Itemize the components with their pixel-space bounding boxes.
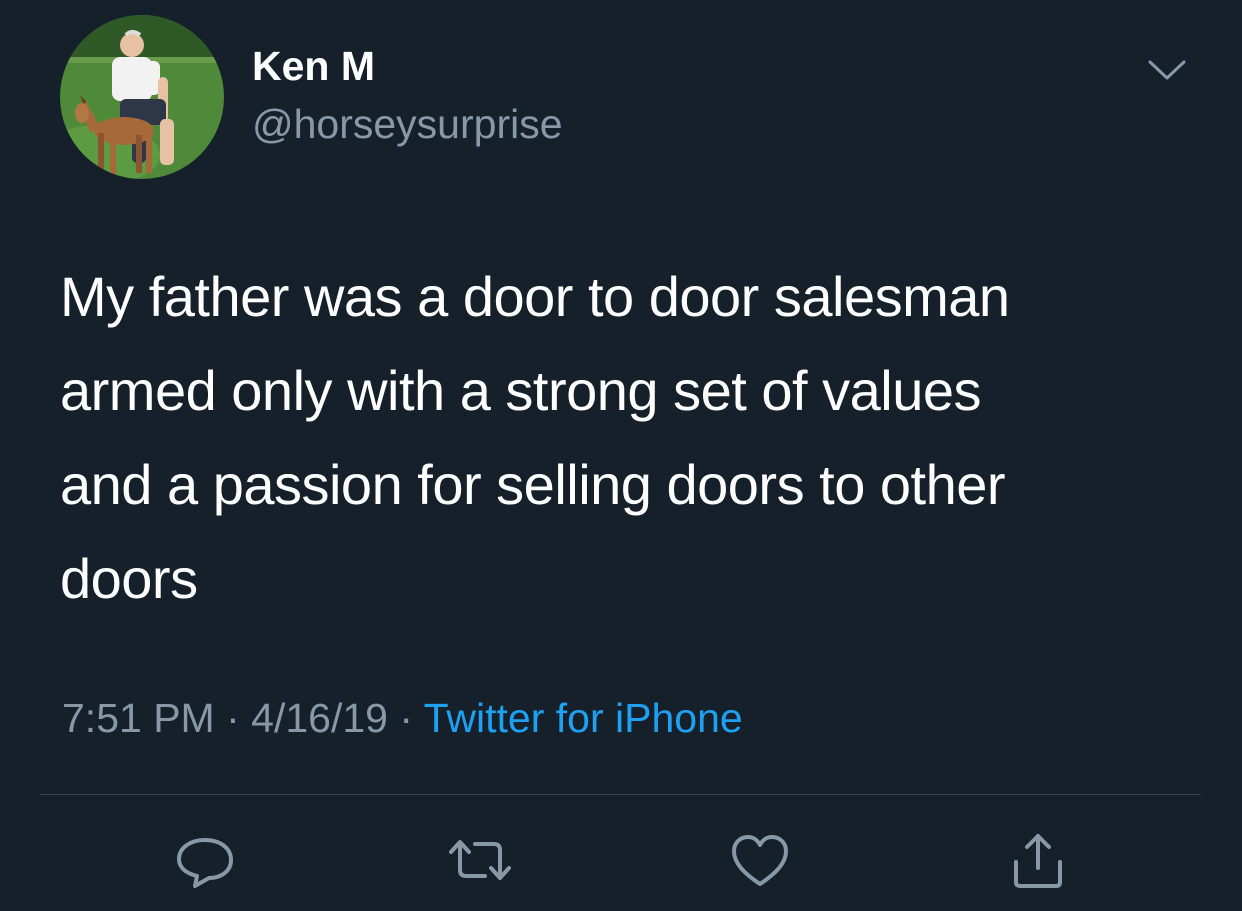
retweet-button[interactable] <box>445 828 515 892</box>
heart-icon <box>732 835 788 886</box>
tweet-meta: 7:51 PM · 4/16/19 · Twitter for iPhone <box>62 692 743 744</box>
tweet-text: My father was a door to door salesman ar… <box>60 250 1180 626</box>
tweet-text-line: doors <box>60 547 198 610</box>
tweet-text-line: and a passion for selling doors to other <box>60 453 1006 516</box>
share-button[interactable] <box>1003 828 1073 892</box>
reply-icon <box>177 838 233 888</box>
tweet-source-link[interactable]: Twitter for iPhone <box>424 695 743 741</box>
share-icon <box>1014 834 1062 888</box>
avatar-image <box>60 15 224 179</box>
reply-button[interactable] <box>170 828 240 892</box>
profile-avatar[interactable] <box>60 15 224 179</box>
display-name[interactable]: Ken M <box>252 40 375 92</box>
tweet-date: 4/16/19 <box>251 695 388 741</box>
tweet-text-line: armed only with a strong set of values <box>60 359 982 422</box>
meta-separator: · <box>214 695 252 741</box>
retweet-icon <box>449 840 511 880</box>
meta-separator: · <box>387 695 424 741</box>
chevron-down-icon[interactable] <box>1140 50 1194 90</box>
like-button[interactable] <box>725 828 795 892</box>
divider <box>40 794 1201 795</box>
tweet-text-line: My father was a door to door salesman <box>60 265 1010 328</box>
user-handle[interactable]: @horseysurprise <box>252 98 563 150</box>
tweet-time: 7:51 PM <box>62 695 215 741</box>
